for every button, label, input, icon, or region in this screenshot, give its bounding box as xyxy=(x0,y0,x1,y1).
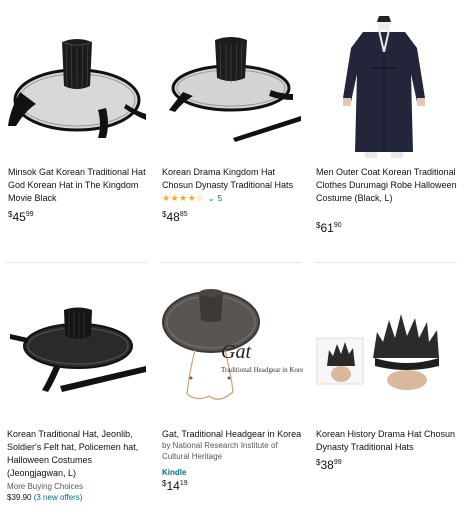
price-fraction: 99 xyxy=(333,459,342,466)
more-buying-price: $39.90 xyxy=(7,493,32,502)
product-price-5: $1419 xyxy=(162,479,188,494)
product-title-4[interactable]: Korean Traditional Hat, Jeonlib, Soldier… xyxy=(7,428,149,480)
product-image-6[interactable] xyxy=(315,310,459,390)
product-card-5[interactable]: Gat Traditional Headgear in Korea Gat, T… xyxy=(155,262,303,512)
price-whole: 45 xyxy=(12,210,26,224)
product-image-3[interactable] xyxy=(339,12,429,160)
product-card-4[interactable]: Korean Traditional Hat, Jeonlib, Soldier… xyxy=(0,262,146,512)
product-title-6[interactable]: Korean History Drama Hat Chosun Dynasty … xyxy=(316,428,458,454)
product-card-6[interactable]: Korean History Drama Hat Chosun Dynasty … xyxy=(309,262,455,512)
product-price-3: $6190 xyxy=(316,221,342,236)
product-image-1[interactable] xyxy=(6,30,148,140)
product-title-2[interactable]: Korean Drama Kingdom Hat Chosun Dynasty … xyxy=(162,166,304,192)
price-whole: 14 xyxy=(166,479,180,493)
more-buying-choices: More Buying Choices $39.90 (3 new offers… xyxy=(7,481,83,503)
product-image-4[interactable] xyxy=(8,306,150,406)
product-byline-5: by National Research Institute of Cultur… xyxy=(162,441,278,461)
image-caption-main: Gat xyxy=(221,341,251,363)
more-buying-label: More Buying Choices xyxy=(7,482,84,491)
price-fraction: 99 xyxy=(25,211,34,218)
format-kindle[interactable]: Kindle xyxy=(162,468,186,477)
product-image-2[interactable] xyxy=(163,30,303,145)
star-icons: ★★★★☆ xyxy=(162,193,205,203)
more-buying-line: $39.90 (3 new offers) xyxy=(7,492,83,503)
image-caption-sub: Traditional Headgear in Korea xyxy=(221,366,303,374)
product-card-1[interactable]: Minsok Gat Korean Traditional Hat God Ko… xyxy=(0,0,146,260)
product-image-5[interactable]: Gat Traditional Headgear in Korea xyxy=(161,282,303,414)
rating-count[interactable]: 5 xyxy=(218,194,222,203)
product-price-2: $4885 xyxy=(162,210,188,225)
price-whole: 38 xyxy=(320,458,334,472)
price-whole: 48 xyxy=(166,210,180,224)
product-card-2[interactable]: Korean Drama Kingdom Hat Chosun Dynasty … xyxy=(155,0,301,260)
rating-stars[interactable]: ★★★★☆ ⌄ 5 xyxy=(162,193,222,204)
product-title-1[interactable]: Minsok Gat Korean Traditional Hat God Ko… xyxy=(8,166,150,205)
product-card-3[interactable]: Men Outer Coat Korean Traditional Clothe… xyxy=(309,0,458,260)
price-fraction: 85 xyxy=(179,211,188,218)
price-whole: 61 xyxy=(320,221,334,235)
product-price-1: $4599 xyxy=(8,210,34,225)
price-fraction: 90 xyxy=(333,222,342,229)
price-fraction: 19 xyxy=(179,480,188,487)
product-title-3[interactable]: Men Outer Coat Korean Traditional Clothe… xyxy=(316,166,458,205)
chevron-down-icon[interactable]: ⌄ xyxy=(208,194,215,203)
new-offers-link[interactable]: (3 new offers) xyxy=(34,493,83,502)
product-price-6: $3899 xyxy=(316,458,342,473)
